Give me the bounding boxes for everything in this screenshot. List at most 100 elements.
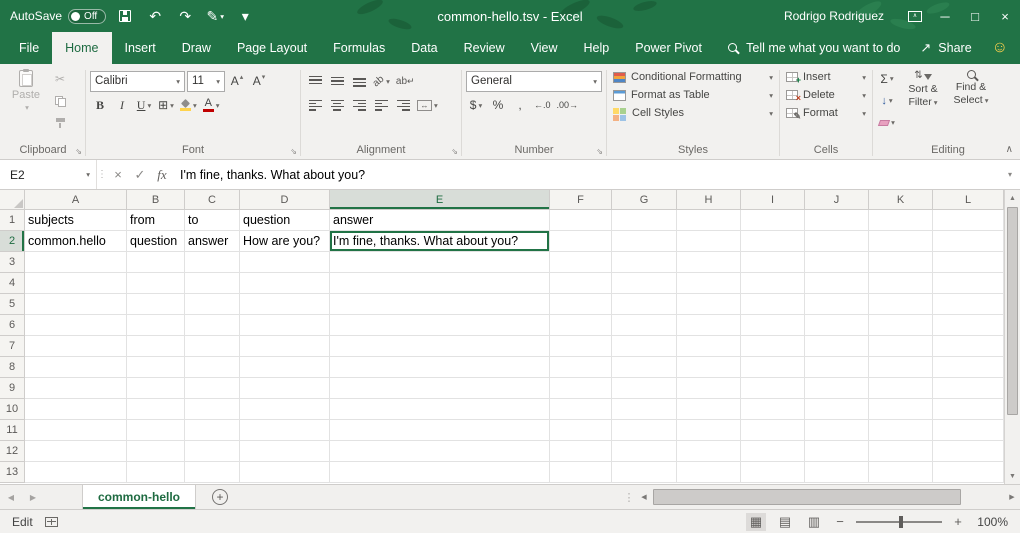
chevron-down-icon[interactable]: ▾ <box>176 77 180 86</box>
cell-B6[interactable] <box>127 315 185 336</box>
cell-B10[interactable] <box>127 399 185 420</box>
cell-H9[interactable] <box>677 378 741 399</box>
cell-A1[interactable]: subjects <box>25 210 127 231</box>
cell-I10[interactable] <box>741 399 805 420</box>
column-header-J[interactable]: J <box>805 190 869 210</box>
tab-insert[interactable]: Insert <box>112 32 169 64</box>
zoom-slider[interactable] <box>856 521 942 523</box>
row-header-8[interactable]: 8 <box>0 357 25 378</box>
cell-D1[interactable]: question <box>240 210 330 231</box>
user-name[interactable]: Rodrigo Rodriguez <box>784 9 884 23</box>
cell-A10[interactable] <box>25 399 127 420</box>
cell-K7[interactable] <box>869 336 933 357</box>
cell-B2[interactable]: question <box>127 231 185 252</box>
top-align-button[interactable] <box>305 71 325 92</box>
column-header-F[interactable]: F <box>550 190 612 210</box>
middle-align-button[interactable] <box>327 71 347 92</box>
zoom-level[interactable]: 100% <box>974 515 1008 529</box>
cell-C11[interactable] <box>185 420 240 441</box>
row-header-4[interactable]: 4 <box>0 273 25 294</box>
cell-J10[interactable] <box>805 399 869 420</box>
cell-J3[interactable] <box>805 252 869 273</box>
cell-K8[interactable] <box>869 357 933 378</box>
cell-A5[interactable] <box>25 294 127 315</box>
cell-C6[interactable] <box>185 315 240 336</box>
cell-L2[interactable] <box>933 231 1004 252</box>
delete-cells-button[interactable]: × Delete ▾ <box>784 86 868 104</box>
cell-C2[interactable]: answer <box>185 231 240 252</box>
zoom-slider-thumb[interactable] <box>899 516 903 528</box>
cell-L11[interactable] <box>933 420 1004 441</box>
insert-function-button[interactable]: fx <box>151 160 173 189</box>
cell-C13[interactable] <box>185 462 240 483</box>
scroll-right-button[interactable]: ▶ <box>1004 485 1020 509</box>
borders-button[interactable]: ⊞▾ <box>156 95 176 116</box>
format-cells-button[interactable]: ✎ Format ▾ <box>784 104 868 122</box>
tab-page-layout[interactable]: Page Layout <box>224 32 320 64</box>
cell-E10[interactable] <box>330 399 550 420</box>
cell-A7[interactable] <box>25 336 127 357</box>
increase-font-size-button[interactable]: A▴ <box>227 71 247 92</box>
decrease-indent-button[interactable] <box>371 95 391 116</box>
cell-F6[interactable] <box>550 315 612 336</box>
feedback-smiley-icon[interactable]: ☺ <box>992 39 1008 57</box>
cell-E11[interactable] <box>330 420 550 441</box>
redo-button[interactable]: ↷ <box>174 4 196 28</box>
cell-H4[interactable] <box>677 273 741 294</box>
column-header-E[interactable]: E <box>330 190 550 210</box>
normal-view-button[interactable]: ▦ <box>746 513 766 531</box>
chevron-down-icon[interactable]: ▾ <box>216 77 220 86</box>
cell-J5[interactable] <box>805 294 869 315</box>
font-dialog-launcher[interactable]: ⇘ <box>290 147 297 156</box>
cell-I3[interactable] <box>741 252 805 273</box>
cell-G13[interactable] <box>612 462 677 483</box>
row-header-13[interactable]: 13 <box>0 462 25 483</box>
tab-view[interactable]: View <box>518 32 571 64</box>
cell-A12[interactable] <box>25 441 127 462</box>
cell-D10[interactable] <box>240 399 330 420</box>
cell-K12[interactable] <box>869 441 933 462</box>
cell-F5[interactable] <box>550 294 612 315</box>
cell-D9[interactable] <box>240 378 330 399</box>
cell-H10[interactable] <box>677 399 741 420</box>
minimize-button[interactable]: ─ <box>930 0 960 32</box>
customize-qat-button[interactable]: ▾ <box>234 4 256 28</box>
chevron-down-icon[interactable]: ▾ <box>593 77 597 86</box>
collapse-ribbon-button[interactable]: ∧ <box>1006 144 1013 155</box>
select-all-button[interactable] <box>0 190 25 210</box>
cell-H6[interactable] <box>677 315 741 336</box>
cell-K10[interactable] <box>869 399 933 420</box>
tab-home[interactable]: Home <box>52 32 111 64</box>
cell-B3[interactable] <box>127 252 185 273</box>
align-left-button[interactable] <box>305 95 325 116</box>
cell-G5[interactable] <box>612 294 677 315</box>
font-name-combo[interactable]: Calibri ▾ <box>90 71 185 92</box>
decrease-decimal-button[interactable]: .00→ <box>555 95 581 116</box>
cell-J4[interactable] <box>805 273 869 294</box>
tab-help[interactable]: Help <box>571 32 623 64</box>
cell-B1[interactable]: from <box>127 210 185 231</box>
cell-E8[interactable] <box>330 357 550 378</box>
cell-B13[interactable] <box>127 462 185 483</box>
cell-E9[interactable] <box>330 378 550 399</box>
italic-button[interactable]: I <box>112 95 132 116</box>
cell-L10[interactable] <box>933 399 1004 420</box>
cell-I5[interactable] <box>741 294 805 315</box>
page-break-view-button[interactable]: ▥ <box>804 513 824 531</box>
column-header-H[interactable]: H <box>677 190 741 210</box>
cell-A9[interactable] <box>25 378 127 399</box>
comma-style-button[interactable]: , <box>510 95 530 116</box>
cell-J7[interactable] <box>805 336 869 357</box>
ink-button[interactable]: ✎▾ <box>204 4 226 28</box>
cell-H13[interactable] <box>677 462 741 483</box>
alignment-dialog-launcher[interactable]: ⇘ <box>451 147 458 156</box>
cell-G4[interactable] <box>612 273 677 294</box>
tell-me-box[interactable]: Tell me what you want to do <box>728 41 900 55</box>
name-box-dropdown-icon[interactable]: ▾ <box>86 170 90 179</box>
cell-D3[interactable] <box>240 252 330 273</box>
cell-L3[interactable] <box>933 252 1004 273</box>
cell-I12[interactable] <box>741 441 805 462</box>
wrap-text-button[interactable]: ab↵ <box>394 71 417 92</box>
cell-I2[interactable] <box>741 231 805 252</box>
new-sheet-button[interactable]: + <box>212 489 228 505</box>
